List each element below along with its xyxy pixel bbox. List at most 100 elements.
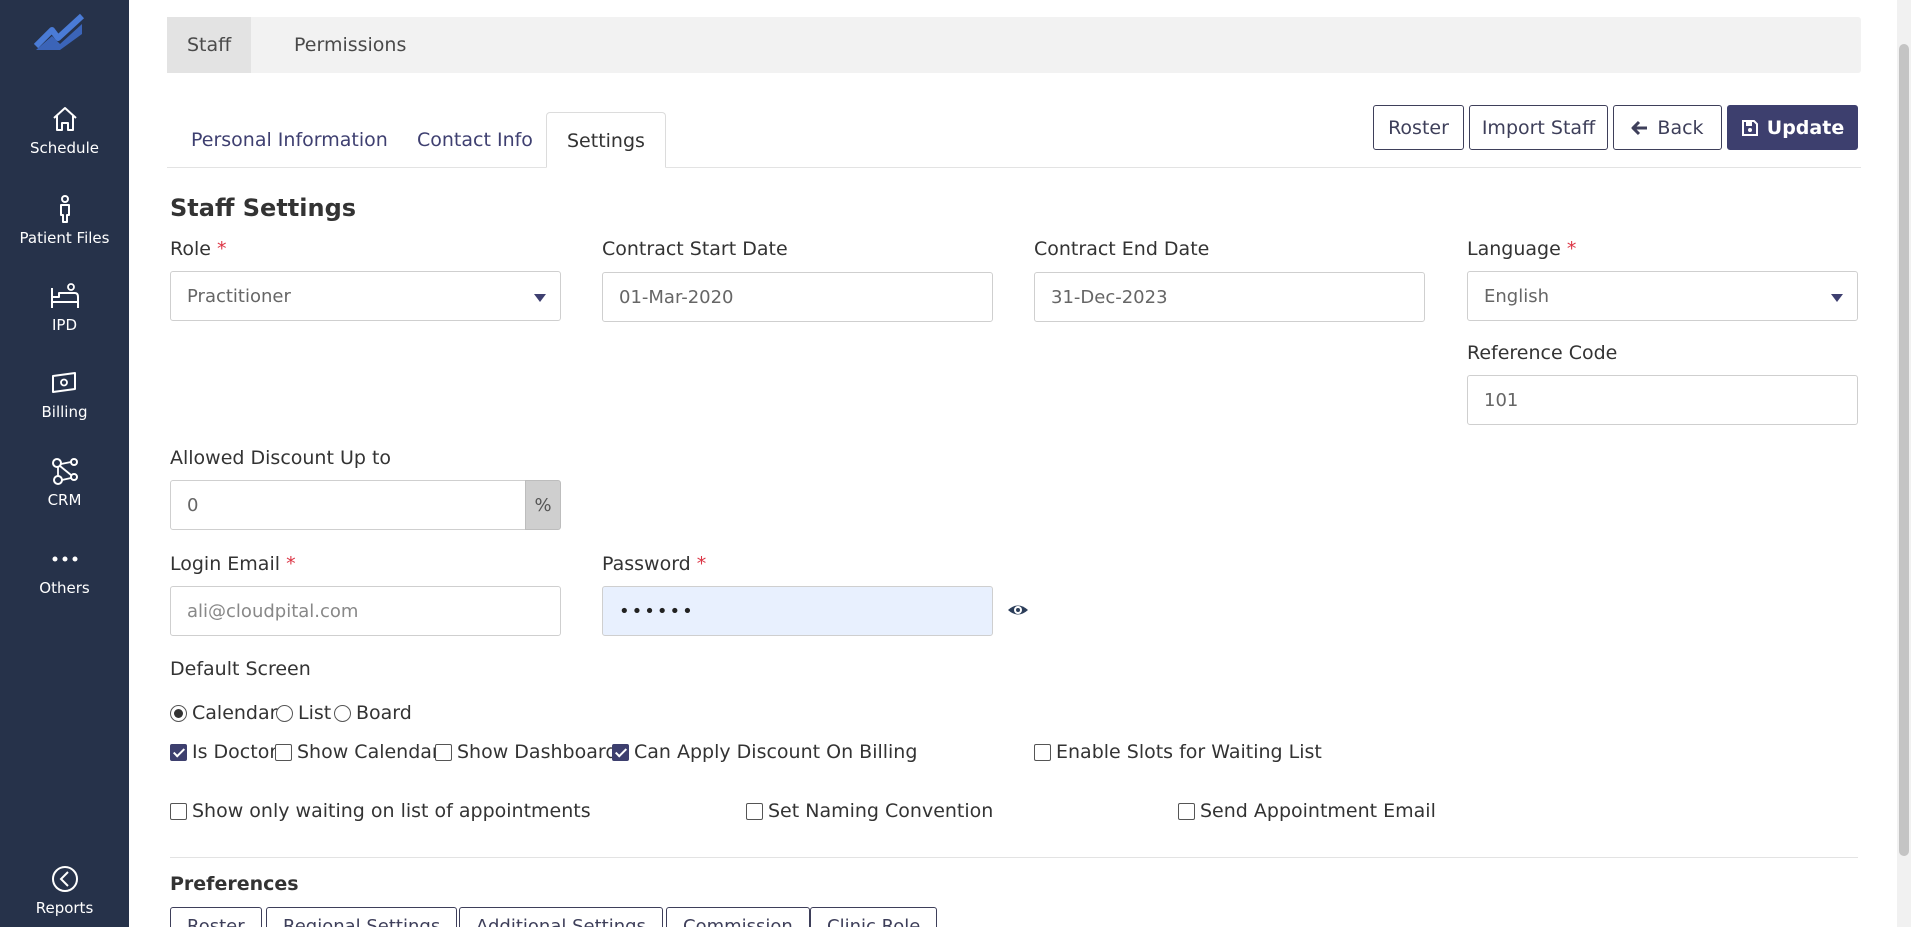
contract-end-date-field[interactable]: 31-Dec-2023 xyxy=(1034,272,1425,322)
required-marker: * xyxy=(286,553,296,575)
arrow-left-icon xyxy=(1631,120,1648,135)
pref-clinic-role-button[interactable]: Clinic Role xyxy=(810,907,938,927)
checkbox-set-naming-convention[interactable]: Set Naming Convention xyxy=(746,800,993,822)
role-value: Practitioner xyxy=(187,285,291,307)
checkbox-is-doctor[interactable]: Is Doctor xyxy=(170,741,277,763)
checkbox[interactable] xyxy=(435,743,452,761)
sidebar-item-reports[interactable]: Reports xyxy=(0,863,129,917)
required-marker: * xyxy=(696,553,707,575)
logo-icon[interactable] xyxy=(34,12,86,52)
sidebar-item-label: Others xyxy=(39,579,90,597)
login-email-label: Login Email * xyxy=(170,553,296,575)
scrollbar-thumb[interactable] xyxy=(1899,44,1909,856)
pref-regional-settings-button[interactable]: Regional Settings xyxy=(266,907,458,927)
pref-additional-settings-button[interactable]: Additional Settings xyxy=(459,907,663,927)
checkbox-show-only-waiting[interactable]: Show only waiting on list of appointment… xyxy=(170,800,591,822)
tab-permissions[interactable]: Permissions xyxy=(274,17,426,73)
checkbox[interactable] xyxy=(612,743,629,761)
role-label: Role * xyxy=(170,238,227,260)
checkbox[interactable] xyxy=(275,743,292,761)
radio-button[interactable] xyxy=(170,704,187,722)
required-marker: * xyxy=(1566,238,1577,260)
reports-icon xyxy=(51,866,78,892)
radio-board[interactable]: Board xyxy=(334,702,412,724)
language-value: English xyxy=(1484,285,1549,307)
sidebar-item-schedule[interactable]: Schedule xyxy=(0,103,129,157)
percent-addon: % xyxy=(525,480,561,530)
allowed-discount-field[interactable]: 0 xyxy=(170,480,526,530)
role-select[interactable]: Practitioner xyxy=(170,271,561,321)
roster-button-label: Roster xyxy=(1388,116,1449,139)
sidebar: Schedule Patient Files IPD Billing CRM O… xyxy=(0,0,129,927)
checkbox-send-appointment-email[interactable]: Send Appointment Email xyxy=(1178,800,1436,822)
pref-commission-button[interactable]: Commission xyxy=(666,907,810,927)
checkbox-enable-slots-waiting[interactable]: Enable Slots for Waiting List xyxy=(1034,741,1322,763)
radio-label: List xyxy=(298,702,332,724)
pref-roster-button[interactable]: Roster xyxy=(170,907,262,927)
checkbox-label: Enable Slots for Waiting List xyxy=(1056,741,1322,763)
radio-calendar[interactable]: Calendar xyxy=(170,702,277,724)
tab-staff[interactable]: Staff xyxy=(167,17,252,73)
sidebar-item-label: IPD xyxy=(51,316,78,334)
tab-settings[interactable]: Settings xyxy=(546,112,666,168)
back-button-label: Back xyxy=(1657,116,1704,139)
password-label: Password * xyxy=(602,553,707,575)
radio-list[interactable]: List xyxy=(276,702,331,724)
network-icon xyxy=(51,458,78,485)
checkbox-label: Show only waiting on list of appointment… xyxy=(192,800,591,822)
contract-start-date-field[interactable]: 01-Mar-2020 xyxy=(602,272,993,322)
checkbox[interactable] xyxy=(170,802,187,820)
login-email-placeholder: ali@cloudpital.com xyxy=(187,600,359,622)
eye-icon[interactable] xyxy=(1007,599,1029,621)
dots-icon xyxy=(52,556,77,562)
person-icon xyxy=(59,195,70,223)
import-staff-button-label: Import Staff xyxy=(1481,116,1596,139)
sidebar-item-crm[interactable]: CRM xyxy=(0,455,129,509)
radio-label: Calendar xyxy=(192,702,278,724)
save-icon xyxy=(1741,119,1758,136)
checkbox-label: Send Appointment Email xyxy=(1200,800,1436,822)
radio-button[interactable] xyxy=(276,704,293,722)
allowed-discount-label: Allowed Discount Up to xyxy=(170,447,392,469)
checkbox[interactable] xyxy=(170,743,187,761)
sidebar-item-patient-files[interactable]: Patient Files xyxy=(0,193,129,247)
staff-settings-title: Staff Settings xyxy=(170,194,357,222)
tab-personal-information[interactable]: Personal Information xyxy=(171,112,408,168)
checkbox-show-calendar[interactable]: Show Calendar xyxy=(275,741,440,763)
scrollbar[interactable] xyxy=(1897,0,1911,927)
preferences-title: Preferences xyxy=(170,873,299,895)
checkbox-label: Can Apply Discount On Billing xyxy=(634,741,918,763)
language-label: Language * xyxy=(1467,238,1577,260)
sidebar-item-label: Reports xyxy=(35,899,94,917)
tab-contact-info[interactable]: Contact Info xyxy=(397,112,553,168)
checkbox[interactable] xyxy=(746,802,763,820)
radio-label: Board xyxy=(356,702,412,724)
default-screen-label: Default Screen xyxy=(170,658,311,680)
sidebar-item-others[interactable]: Others xyxy=(0,543,129,597)
update-button[interactable]: Update xyxy=(1727,105,1858,150)
required-marker: * xyxy=(217,238,227,260)
allowed-discount-value: 0 xyxy=(187,494,199,516)
password-value: •••••• xyxy=(619,600,695,622)
password-field[interactable]: •••••• xyxy=(602,586,993,636)
import-staff-button[interactable]: Import Staff xyxy=(1469,105,1608,150)
reference-code-value: 101 xyxy=(1484,389,1519,411)
checkbox-label: Is Doctor xyxy=(192,741,278,763)
reference-code-field[interactable]: 101 xyxy=(1467,375,1858,425)
sidebar-item-ipd[interactable]: IPD xyxy=(0,280,129,334)
contract-start-label: Contract Start Date xyxy=(602,238,788,260)
roster-button[interactable]: Roster xyxy=(1373,105,1464,150)
back-button[interactable]: Back xyxy=(1613,105,1722,150)
cash-icon xyxy=(51,372,76,393)
radio-button[interactable] xyxy=(334,704,351,722)
section-divider xyxy=(170,857,1858,858)
checkbox-can-apply-discount[interactable]: Can Apply Discount On Billing xyxy=(612,741,917,763)
login-email-field[interactable]: ali@cloudpital.com xyxy=(170,586,561,636)
bed-icon xyxy=(50,283,79,308)
checkbox-show-dashboard[interactable]: Show Dashboard xyxy=(435,741,617,763)
language-select[interactable]: English xyxy=(1467,271,1858,321)
checkbox[interactable] xyxy=(1178,802,1195,820)
checkbox[interactable] xyxy=(1034,743,1051,761)
sidebar-item-label: CRM xyxy=(47,491,82,509)
sidebar-item-billing[interactable]: Billing xyxy=(0,367,129,421)
